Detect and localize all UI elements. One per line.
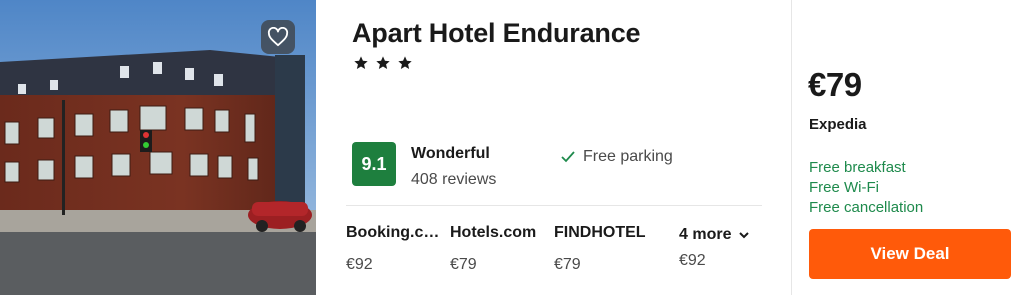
deal-panel: €79 Expedia Free breakfast Free Wi-Fi Fr…	[792, 0, 1024, 295]
offer-provider: FINDHOTEL	[554, 224, 646, 241]
deal-price: €79	[808, 66, 862, 103]
hotel-result-card: Apart Hotel Endurance 9.1 Wonderful 408 …	[0, 0, 1024, 295]
offer-price: €79	[554, 256, 581, 273]
offer-booking-com[interactable]: Booking.com €92	[346, 224, 440, 274]
amenity-label: Free parking	[583, 148, 673, 165]
offer-provider: Booking.com	[346, 224, 440, 241]
more-offers-button[interactable]: 4 more	[679, 226, 750, 244]
review-count[interactable]: 408 reviews	[411, 171, 496, 189]
view-deal-button[interactable]: View Deal	[809, 229, 1011, 279]
rating-score-badge: 9.1	[352, 142, 396, 186]
perk-free-breakfast: Free breakfast	[809, 159, 906, 176]
check-icon	[561, 151, 575, 163]
more-offers-label: 4 more	[679, 226, 732, 243]
offer-hotels-com[interactable]: Hotels.com €79	[450, 224, 544, 274]
offer-price: €92	[346, 256, 373, 273]
deal-provider: Expedia	[809, 116, 867, 133]
perk-free-wifi: Free Wi-Fi	[809, 179, 879, 196]
rating-label: Wonderful	[411, 145, 490, 162]
more-offers-price: €92	[679, 252, 706, 269]
amenity-free-parking: Free parking	[561, 148, 673, 166]
perk-free-cancellation: Free cancellation	[809, 199, 924, 216]
offer-findhotel[interactable]: FINDHOTEL €79	[554, 224, 648, 274]
star-icon	[398, 56, 412, 69]
star-rating	[353, 55, 413, 71]
favorite-button[interactable]	[261, 20, 295, 54]
deal-perks: Free breakfast Free Wi-Fi Free cancellat…	[809, 158, 923, 218]
heart-outline-icon	[267, 27, 289, 47]
star-icon	[354, 56, 368, 69]
hotel-photo[interactable]	[0, 0, 316, 295]
more-offers-price-wrap: €92	[679, 252, 706, 270]
chevron-down-icon	[739, 231, 750, 238]
hotel-name[interactable]: Apart Hotel Endurance	[352, 18, 641, 49]
divider	[346, 205, 762, 206]
offer-provider: Hotels.com	[450, 224, 537, 241]
offer-price: €79	[450, 256, 477, 273]
star-icon	[376, 56, 390, 69]
hotel-details: Apart Hotel Endurance 9.1 Wonderful 408 …	[316, 0, 791, 295]
